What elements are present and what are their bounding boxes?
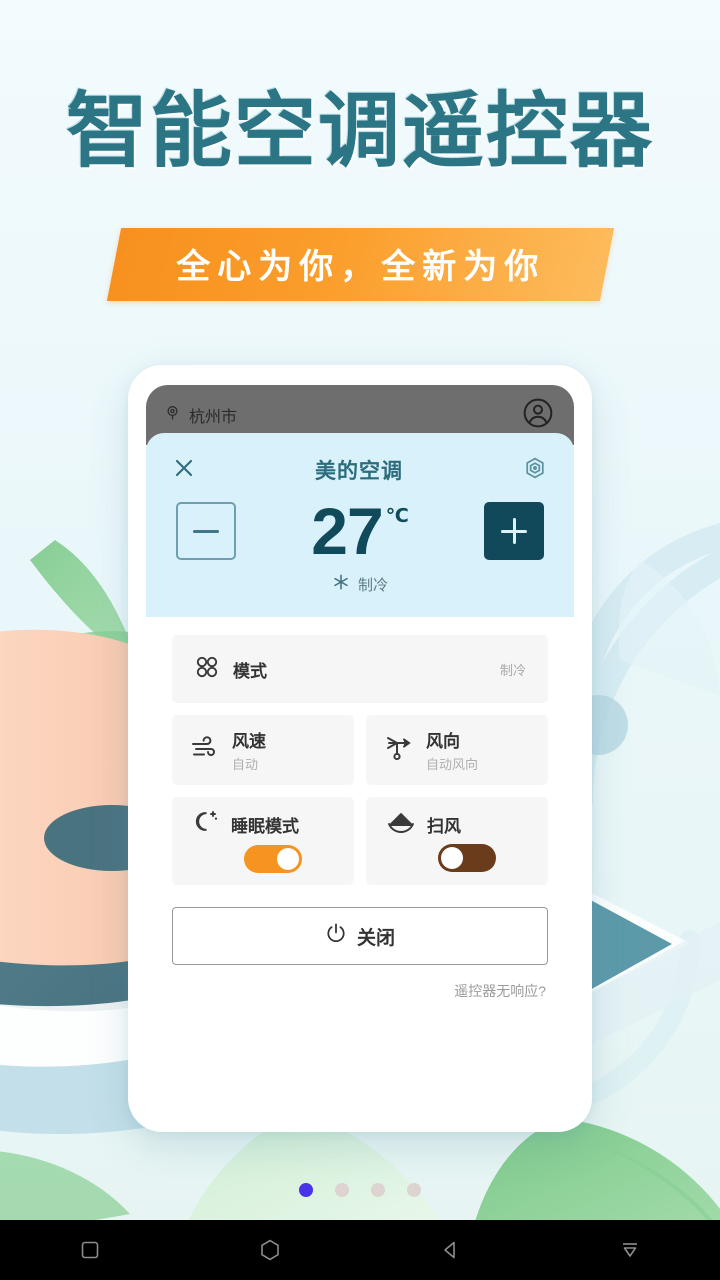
sleep-mode-card[interactable]: 睡眠模式: [172, 797, 354, 885]
pagination-dot-3[interactable]: [371, 1183, 385, 1197]
remote-help-link[interactable]: 遥控器无响应?: [146, 965, 574, 1001]
temperature-increase-button[interactable]: [484, 502, 544, 560]
mode-card-label: 模式: [233, 661, 267, 681]
fan-speed-label: 风速: [232, 732, 266, 751]
square-icon: [81, 1241, 99, 1259]
location-chip[interactable]: 杭州市: [164, 403, 237, 427]
fan-row: 风速 自动 风向 自动风向: [172, 715, 548, 785]
subtitle-banner-wrap: 全心为你，全新为你: [0, 228, 720, 301]
hexagon-settings-icon[interactable]: [522, 455, 548, 486]
account-circle-icon[interactable]: [522, 397, 554, 434]
fan-direction-card[interactable]: 风向 自动风向: [366, 715, 548, 785]
pagination-dot-4[interactable]: [407, 1183, 421, 1197]
snowflake-icon: [332, 573, 350, 595]
clover-mode-icon: [194, 654, 220, 685]
phone-screen: 杭州市 美的空调 27 ℃ 制冷 模式 制冷 风速 自动 风向 自动风向 睡眠模…: [146, 385, 574, 1113]
fan-direction-label: 风向: [426, 732, 460, 751]
page-title: 智能空调遥控器: [65, 86, 654, 177]
location-label: 杭州市: [189, 409, 238, 426]
wind-icon: [190, 735, 220, 766]
triangle-left-icon: [444, 1241, 455, 1259]
mode-card[interactable]: 模式 制冷: [172, 635, 548, 703]
back-button[interactable]: [420, 1220, 480, 1280]
sleep-mode-label: 睡眠模式: [231, 817, 299, 836]
temperature-unit: ℃: [385, 506, 409, 527]
hexagon-icon: [261, 1239, 279, 1261]
panel-header: 美的空调: [172, 453, 548, 487]
temperature-controls: 27 ℃: [172, 494, 548, 568]
power-off-label: 关闭: [356, 927, 395, 949]
swing-card[interactable]: 扫风: [366, 797, 548, 885]
swing-arc-icon: [386, 810, 416, 839]
current-mode-indicator: 制冷: [172, 573, 548, 595]
pagination-dots: [0, 1183, 720, 1197]
recents-button[interactable]: [60, 1220, 120, 1280]
subtitle-text: 全心为你，全新为你: [175, 248, 545, 286]
sleep-mode-toggle[interactable]: [244, 845, 302, 873]
fan-speed-card[interactable]: 风速 自动: [172, 715, 354, 785]
device-panel: 美的空调 27 ℃ 制冷: [146, 433, 574, 617]
location-pin-icon: [164, 404, 181, 426]
device-name: 美的空调: [315, 460, 403, 483]
home-button[interactable]: [240, 1220, 300, 1280]
phone-mockup: 杭州市 美的空调 27 ℃ 制冷 模式 制冷 风速 自动 风向 自动风向 睡眠模…: [128, 365, 592, 1132]
close-icon[interactable]: [172, 456, 196, 485]
subtitle-banner: 全心为你，全新为你: [106, 228, 614, 301]
power-icon: [325, 922, 347, 950]
fan-speed-value: 自动: [232, 757, 259, 772]
moon-stars-icon: [192, 809, 220, 840]
controls-list: 模式 制冷 风速 自动 风向 自动风向 睡眠模式 扫风: [146, 617, 574, 885]
swing-label: 扫风: [427, 817, 461, 836]
power-off-button[interactable]: 关闭: [172, 907, 548, 965]
mode-card-value: 制冷: [499, 662, 526, 678]
collapse-down-icon: [623, 1243, 637, 1257]
temperature-display: 27 ℃: [311, 494, 409, 568]
toggle-row: 睡眠模式 扫风: [172, 797, 548, 885]
pagination-dot-1[interactable]: [299, 1183, 313, 1197]
hide-keyboard-button[interactable]: [600, 1220, 660, 1280]
android-navigation-bar: [0, 1220, 720, 1280]
temperature-value: 27: [311, 494, 383, 568]
fan-direction-value: 自动风向: [426, 757, 479, 772]
temperature-decrease-button[interactable]: [176, 502, 236, 560]
current-mode-label: 制冷: [357, 576, 388, 594]
swing-toggle[interactable]: [438, 844, 496, 872]
wind-vane-icon: [384, 734, 414, 767]
pagination-dot-2[interactable]: [335, 1183, 349, 1197]
